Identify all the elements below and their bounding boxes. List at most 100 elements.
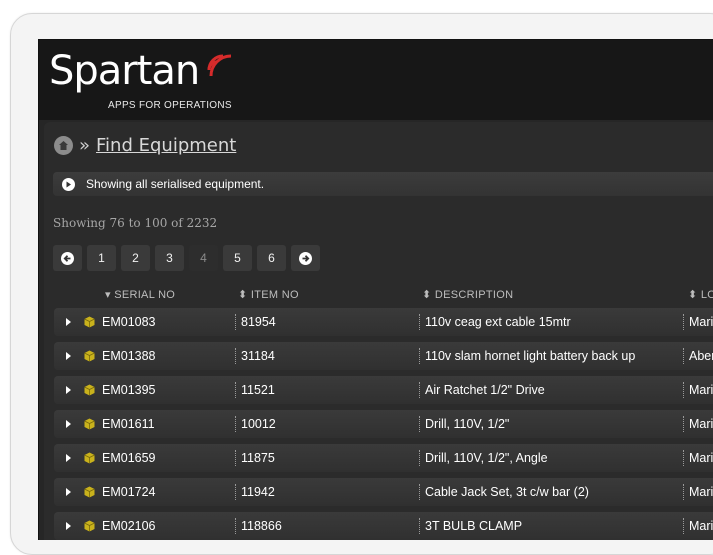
column-divider <box>683 484 684 500</box>
page-button-2[interactable]: 2 <box>121 245 150 271</box>
expand-icon[interactable] <box>66 488 71 496</box>
expand-icon[interactable] <box>66 318 71 326</box>
column-label: DESCRIPTION <box>434 289 514 301</box>
breadcrumb-find-equipment[interactable]: Find Equipment <box>96 135 236 156</box>
table-row[interactable]: EM01659 11875 Drill, 110V, 1/2", Angle M… <box>54 444 713 472</box>
sort-desc-icon: ▾ <box>105 289 115 301</box>
breadcrumb-separator: » <box>79 134 91 156</box>
column-divider <box>419 484 420 500</box>
box-icon <box>84 418 95 430</box>
location-cell: Mari <box>689 383 713 397</box>
page-button-6[interactable]: 6 <box>257 245 286 271</box>
column-divider <box>683 450 684 466</box>
logo-tagline: APPS FOR OPERATIONS <box>108 100 232 111</box>
location-cell: Mari <box>689 315 713 329</box>
sort-icon: ⬍ <box>238 289 251 301</box>
table-row[interactable]: EM01611 10012 Drill, 110V, 1/2" Mari <box>54 410 713 438</box>
serial-no-cell: EM01611 <box>102 417 155 431</box>
serial-no-cell: EM02106 <box>102 519 156 533</box>
table-row[interactable]: EM01388 31184 110v slam hornet light bat… <box>54 342 713 370</box>
column-label: SERIAL NO <box>114 289 176 301</box>
arrow-left-icon <box>61 251 74 265</box>
box-icon <box>84 384 95 396</box>
description-cell: Drill, 110V, 1/2", Angle <box>425 451 548 465</box>
page-button-1[interactable]: 1 <box>87 245 116 271</box>
description-cell: 3T BULB CLAMP <box>425 519 523 533</box>
arrow-right-icon <box>299 251 312 265</box>
column-divider <box>683 416 684 432</box>
play-circle-icon <box>62 177 75 191</box>
box-icon <box>84 520 95 532</box>
column-header-description[interactable]: ⬍ DESCRIPTION <box>422 288 513 301</box>
pagination: 1 2 3 4 5 6 <box>53 245 320 271</box>
breadcrumb: » Find Equipment <box>54 132 236 158</box>
box-icon <box>84 486 95 498</box>
serial-no-cell: EM01388 <box>102 349 156 363</box>
location-cell: Mari <box>689 485 713 499</box>
next-page-button[interactable] <box>291 245 320 271</box>
page-button-5[interactable]: 5 <box>223 245 252 271</box>
location-cell: Mari <box>689 451 713 465</box>
column-divider <box>419 450 420 466</box>
box-icon <box>84 316 95 328</box>
results-summary: Showing 76 to 100 of 2232 <box>53 216 218 230</box>
column-divider <box>235 416 236 432</box>
column-header-location[interactable]: ⬍ LO <box>688 288 713 301</box>
table-row[interactable]: EM01083 81954 110v ceag ext cable 15mtr … <box>54 308 713 336</box>
item-no-cell: 31184 <box>241 349 275 363</box>
column-divider <box>419 348 420 364</box>
column-divider <box>419 416 420 432</box>
sort-icon: ⬍ <box>422 289 435 301</box>
item-no-cell: 11875 <box>241 451 275 465</box>
item-no-cell: 11942 <box>241 485 275 499</box>
serial-no-cell: EM01083 <box>102 315 156 329</box>
page-button-3[interactable]: 3 <box>155 245 184 271</box>
column-divider <box>683 348 684 364</box>
expand-icon[interactable] <box>66 386 71 394</box>
description-cell: Air Ratchet 1/2" Drive <box>425 383 545 397</box>
column-divider <box>419 518 420 534</box>
column-divider <box>683 314 684 330</box>
column-divider <box>683 518 684 534</box>
expand-icon[interactable] <box>66 352 71 360</box>
description-cell: 110v slam hornet light battery back up <box>425 349 636 363</box>
table-row[interactable]: EM01395 11521 Air Ratchet 1/2" Drive Mar… <box>54 376 713 404</box>
location-cell: Mari <box>689 417 713 431</box>
column-divider <box>235 484 236 500</box>
column-divider <box>235 382 236 398</box>
description-cell: Drill, 110V, 1/2" <box>425 417 510 431</box>
sort-icon: ⬍ <box>688 289 701 301</box>
expand-icon[interactable] <box>66 420 71 428</box>
previous-page-button[interactable] <box>53 245 82 271</box>
info-message: Showing all serialised equipment. <box>86 177 265 191</box>
table-row[interactable]: EM02106 118866 3T BULB CLAMP Mari <box>54 512 713 540</box>
table-row[interactable]: EM01724 11942 Cable Jack Set, 3t c/w bar… <box>54 478 713 506</box>
expand-icon[interactable] <box>66 522 71 530</box>
item-no-cell: 11521 <box>241 383 275 397</box>
column-divider <box>419 382 420 398</box>
column-divider <box>235 348 236 364</box>
column-header-item-no[interactable]: ⬍ ITEM NO <box>238 288 299 301</box>
location-cell: Aber <box>689 349 713 363</box>
column-divider <box>683 382 684 398</box>
location-cell: Mari <box>689 519 713 533</box>
description-cell: Cable Jack Set, 3t c/w bar (2) <box>425 485 589 499</box>
column-divider <box>419 314 420 330</box>
serial-no-cell: EM01659 <box>102 451 156 465</box>
description-cell: 110v ceag ext cable 15mtr <box>425 315 571 329</box>
expand-icon[interactable] <box>66 454 71 462</box>
info-bar: Showing all serialised equipment. <box>53 172 713 196</box>
app-screen: Spartan APPS FOR OPERATIONS » Find Equip… <box>38 39 713 540</box>
column-divider <box>235 518 236 534</box>
item-no-cell: 10012 <box>241 417 276 431</box>
column-divider <box>235 314 236 330</box>
serial-no-cell: EM01395 <box>102 383 156 397</box>
app-header: Spartan APPS FOR OPERATIONS <box>39 40 713 120</box>
logo-text: Spartan <box>49 48 200 94</box>
home-icon[interactable] <box>54 135 73 155</box>
serial-no-cell: EM01724 <box>102 485 156 499</box>
column-label: ITEM NO <box>250 289 299 301</box>
column-divider <box>235 450 236 466</box>
column-header-serial-no[interactable]: ▾ SERIAL NO <box>105 288 175 301</box>
page-button-4-current[interactable]: 4 <box>189 245 218 271</box>
